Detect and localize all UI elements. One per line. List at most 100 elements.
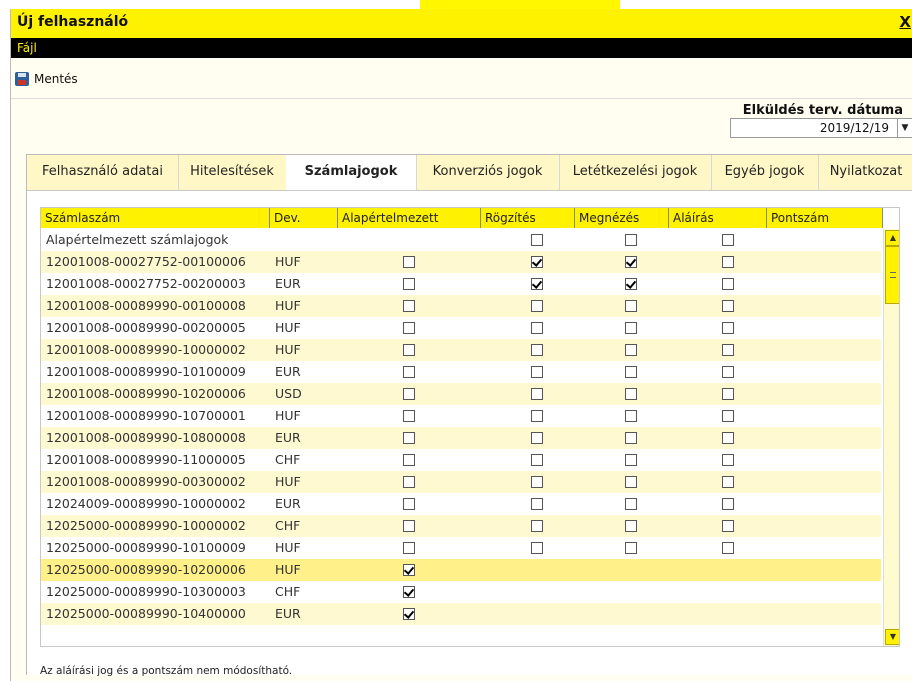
sign-checkbox[interactable] bbox=[722, 366, 734, 378]
vertical-scrollbar[interactable]: ▲ ▼ bbox=[883, 229, 899, 646]
default-checkbox[interactable] bbox=[403, 432, 415, 444]
view-checkbox[interactable] bbox=[625, 344, 637, 356]
record-checkbox[interactable] bbox=[531, 410, 543, 422]
view-checkbox[interactable] bbox=[625, 410, 637, 422]
default-checkbox[interactable] bbox=[403, 520, 415, 532]
table-row[interactable]: 12001008-00027752-00100006 HUF bbox=[41, 251, 881, 273]
table-row[interactable]: 12001008-00089990-10200006 USD bbox=[41, 383, 881, 405]
record-checkbox[interactable] bbox=[531, 322, 543, 334]
table-row[interactable]: Alapértelmezett számlajogok bbox=[41, 229, 881, 251]
default-checkbox[interactable] bbox=[403, 410, 415, 422]
table-row[interactable]: 12025000-00089990-10400000 EUR bbox=[41, 603, 881, 625]
record-checkbox[interactable] bbox=[531, 542, 543, 554]
column-header-default[interactable]: Alapértelmezett bbox=[338, 208, 481, 228]
default-checkbox[interactable] bbox=[403, 564, 415, 576]
column-header-currency[interactable]: Dev. bbox=[270, 208, 338, 228]
view-checkbox[interactable] bbox=[625, 256, 637, 268]
close-button[interactable]: X bbox=[899, 13, 911, 31]
view-checkbox[interactable] bbox=[625, 454, 637, 466]
table-row[interactable]: 12025000-00089990-10200006 HUF bbox=[41, 559, 881, 581]
menu-item-file[interactable]: Fájl bbox=[17, 41, 37, 55]
tab-other-rights[interactable]: Egyéb jogok bbox=[711, 155, 819, 190]
record-checkbox[interactable] bbox=[531, 388, 543, 400]
record-checkbox[interactable] bbox=[531, 454, 543, 466]
sign-checkbox[interactable] bbox=[722, 410, 734, 422]
view-checkbox[interactable] bbox=[625, 278, 637, 290]
column-header-record[interactable]: Rögzítés bbox=[481, 208, 575, 228]
sign-checkbox[interactable] bbox=[722, 344, 734, 356]
view-checkbox[interactable] bbox=[625, 498, 637, 510]
default-checkbox[interactable] bbox=[403, 278, 415, 290]
sign-checkbox[interactable] bbox=[722, 278, 734, 290]
send-date-input[interactable]: 2019/12/19 bbox=[730, 118, 898, 138]
sign-checkbox[interactable] bbox=[722, 476, 734, 488]
sign-checkbox[interactable] bbox=[722, 234, 734, 246]
default-checkbox[interactable] bbox=[403, 542, 415, 554]
save-button[interactable]: Mentés bbox=[15, 69, 78, 89]
sign-checkbox[interactable] bbox=[722, 322, 734, 334]
sign-checkbox[interactable] bbox=[722, 542, 734, 554]
view-checkbox[interactable] bbox=[625, 322, 637, 334]
sign-checkbox[interactable] bbox=[722, 300, 734, 312]
view-checkbox[interactable] bbox=[625, 476, 637, 488]
record-checkbox[interactable] bbox=[531, 432, 543, 444]
record-checkbox[interactable] bbox=[531, 278, 543, 290]
default-checkbox[interactable] bbox=[403, 256, 415, 268]
table-row[interactable]: 12001008-00089990-10700001 HUF bbox=[41, 405, 881, 427]
table-row[interactable]: 12001008-00089990-00200005 HUF bbox=[41, 317, 881, 339]
default-checkbox[interactable] bbox=[403, 586, 415, 598]
view-checkbox[interactable] bbox=[625, 366, 637, 378]
record-checkbox[interactable] bbox=[531, 234, 543, 246]
record-checkbox[interactable] bbox=[531, 520, 543, 532]
view-checkbox[interactable] bbox=[625, 234, 637, 246]
column-header-account[interactable]: Számlaszám bbox=[41, 208, 270, 228]
record-checkbox[interactable] bbox=[531, 476, 543, 488]
tab-account-rights[interactable]: Számlajogok bbox=[286, 155, 417, 191]
default-checkbox[interactable] bbox=[403, 476, 415, 488]
record-checkbox[interactable] bbox=[531, 498, 543, 510]
default-checkbox[interactable] bbox=[403, 454, 415, 466]
table-row[interactable]: 12001008-00089990-10000002 HUF bbox=[41, 339, 881, 361]
table-row[interactable]: 12025000-00089990-10300003 CHF bbox=[41, 581, 881, 603]
tab-user-data[interactable]: Felhasználó adatai bbox=[27, 155, 179, 190]
tab-declaration[interactable]: Nyilatkozat bbox=[818, 155, 912, 190]
sign-checkbox[interactable] bbox=[722, 388, 734, 400]
view-checkbox[interactable] bbox=[625, 388, 637, 400]
table-row[interactable]: 12001008-00089990-00100008 HUF bbox=[41, 295, 881, 317]
view-checkbox[interactable] bbox=[625, 432, 637, 444]
column-header-sign[interactable]: Aláírás bbox=[669, 208, 767, 228]
record-checkbox[interactable] bbox=[531, 344, 543, 356]
view-checkbox[interactable] bbox=[625, 542, 637, 554]
table-row[interactable]: 12001008-00027752-00200003 EUR bbox=[41, 273, 881, 295]
default-checkbox[interactable] bbox=[403, 322, 415, 334]
table-row[interactable]: 12001008-00089990-10100009 EUR bbox=[41, 361, 881, 383]
scroll-thumb[interactable] bbox=[885, 246, 899, 304]
column-header-score[interactable]: Pontszám bbox=[767, 208, 883, 228]
table-row[interactable]: 12025000-00089990-10100009 HUF bbox=[41, 537, 881, 559]
table-row[interactable]: 12001008-00089990-11000005 CHF bbox=[41, 449, 881, 471]
record-checkbox[interactable] bbox=[531, 366, 543, 378]
sign-checkbox[interactable] bbox=[722, 256, 734, 268]
column-header-view[interactable]: Megnézés bbox=[575, 208, 669, 228]
default-checkbox[interactable] bbox=[403, 388, 415, 400]
sign-checkbox[interactable] bbox=[722, 454, 734, 466]
view-checkbox[interactable] bbox=[625, 300, 637, 312]
scroll-down-button[interactable]: ▼ bbox=[885, 629, 899, 645]
table-row[interactable]: 12001008-00089990-00300002 HUF bbox=[41, 471, 881, 493]
default-checkbox[interactable] bbox=[403, 498, 415, 510]
send-date-dropdown-button[interactable]: ▼ bbox=[897, 118, 912, 138]
record-checkbox[interactable] bbox=[531, 300, 543, 312]
table-row[interactable]: 12025000-00089990-10000002 CHF bbox=[41, 515, 881, 537]
table-row[interactable]: 12024009-00089990-10000002 EUR bbox=[41, 493, 881, 515]
default-checkbox[interactable] bbox=[403, 300, 415, 312]
sign-checkbox[interactable] bbox=[722, 432, 734, 444]
sign-checkbox[interactable] bbox=[722, 498, 734, 510]
default-checkbox[interactable] bbox=[403, 366, 415, 378]
view-checkbox[interactable] bbox=[625, 520, 637, 532]
tab-authentications[interactable]: Hitelesítések bbox=[178, 155, 287, 190]
scroll-up-button[interactable]: ▲ bbox=[885, 230, 899, 246]
record-checkbox[interactable] bbox=[531, 256, 543, 268]
default-checkbox[interactable] bbox=[403, 608, 415, 620]
sign-checkbox[interactable] bbox=[722, 520, 734, 532]
table-row[interactable]: 12001008-00089990-10800008 EUR bbox=[41, 427, 881, 449]
